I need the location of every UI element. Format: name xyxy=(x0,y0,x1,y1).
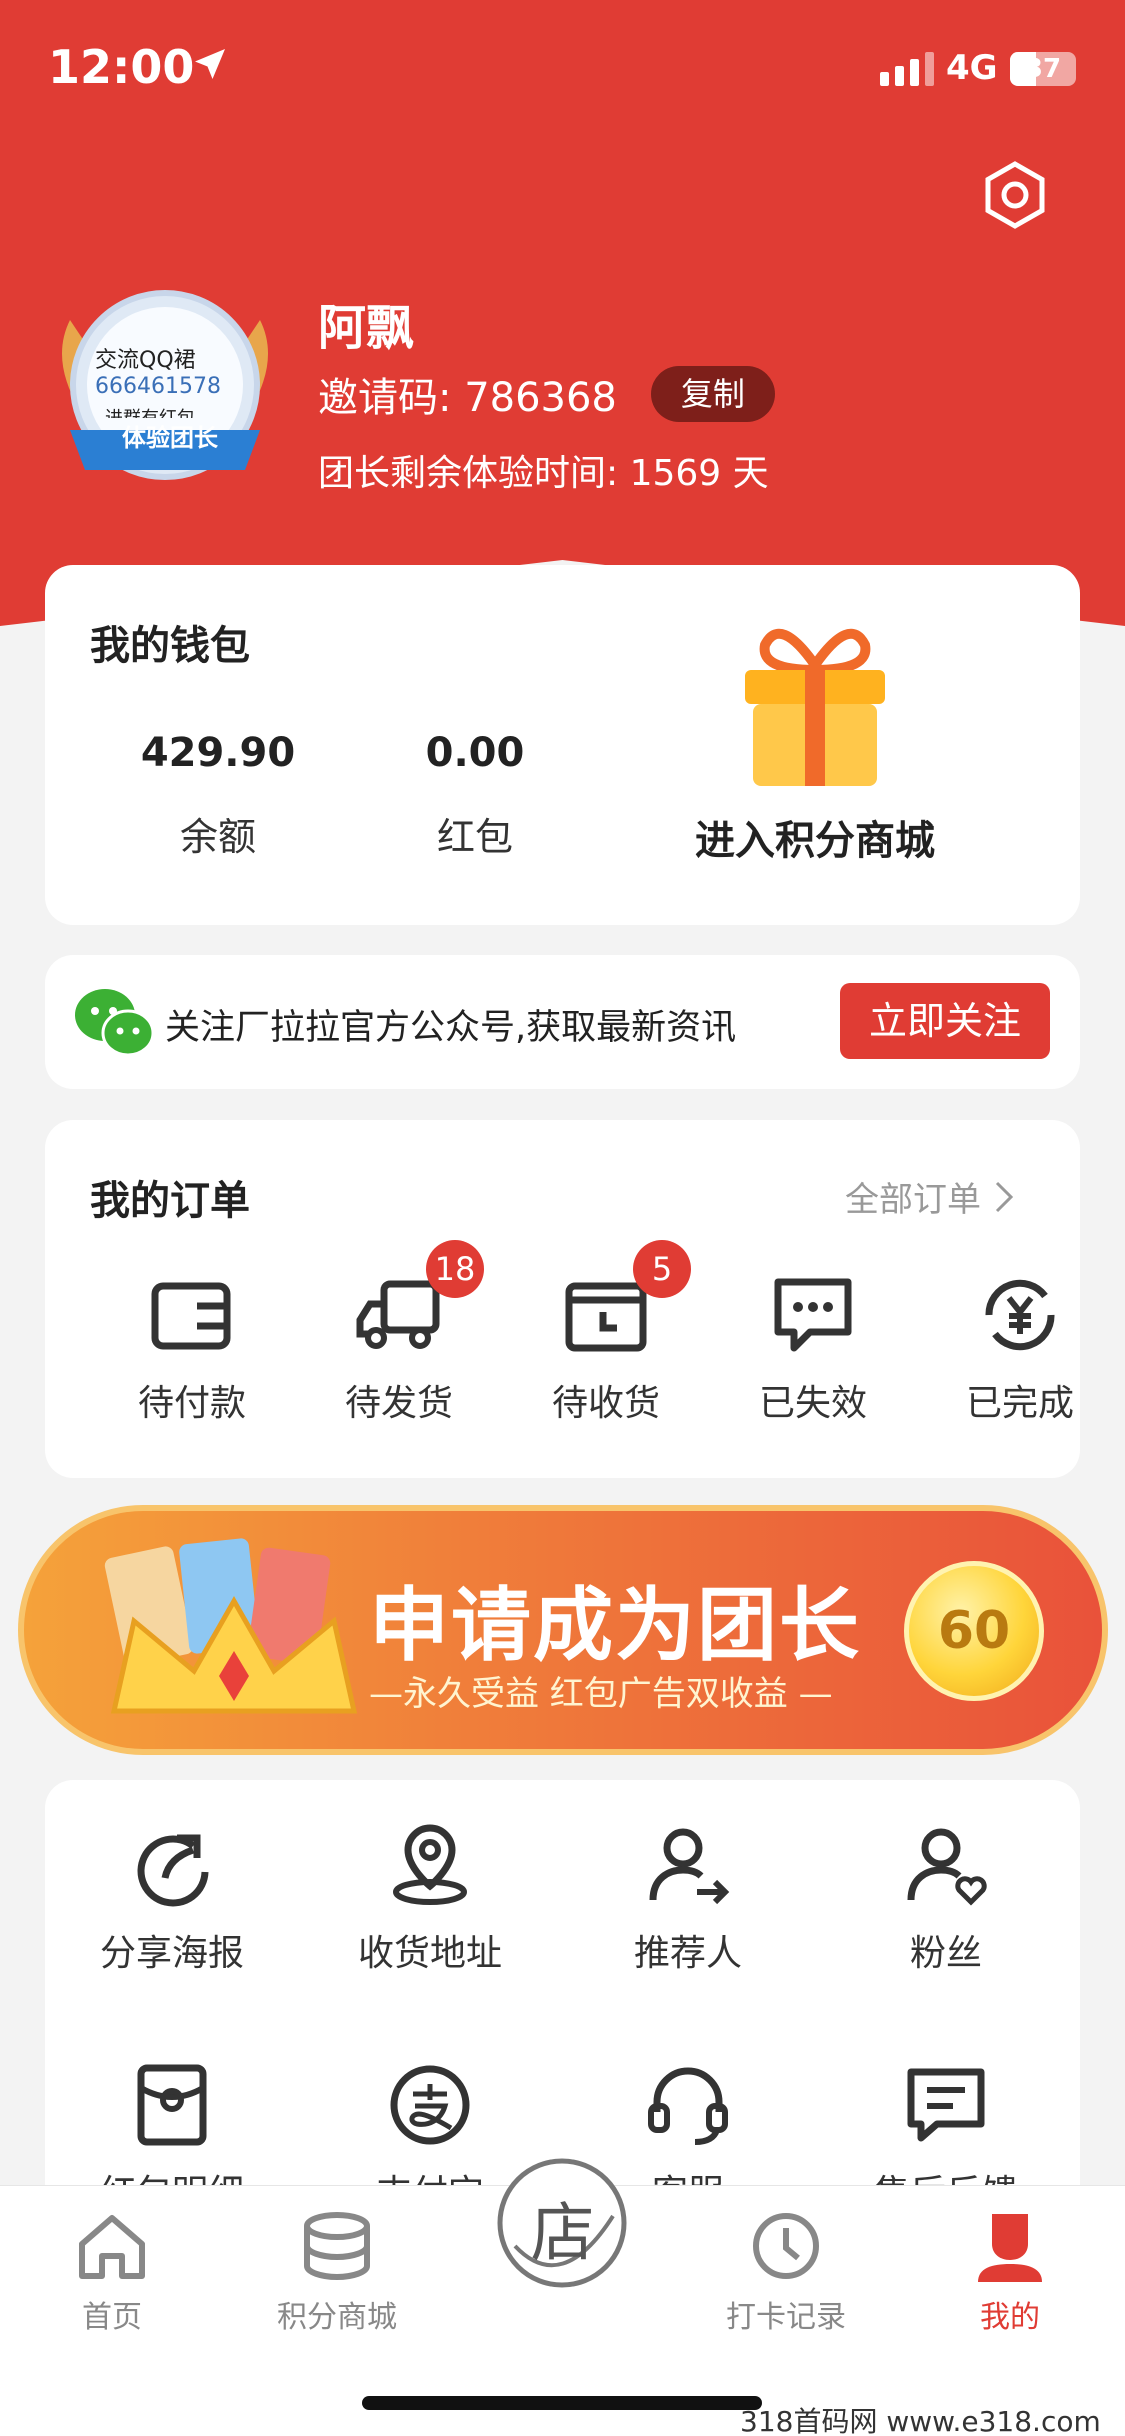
network-label: 4G xyxy=(946,48,998,88)
order-pending-receipt[interactable]: 5 待收货 xyxy=(516,1240,696,1426)
watermark: 318首码网 www.e318.com xyxy=(740,2405,1101,2436)
home-icon xyxy=(79,2215,145,2279)
balance-value: 429.90 xyxy=(140,730,296,776)
tool-fans[interactable]: 粉丝 xyxy=(846,1820,1046,1976)
home-indicator xyxy=(362,2396,762,2410)
referrer-icon xyxy=(649,1828,730,1905)
points-mall-link[interactable]: 进入积分商城 xyxy=(625,808,1005,866)
tab-checkin-records[interactable]: 打卡记录 xyxy=(706,2206,866,2336)
avatar-badge-text-3: 进群有红包 xyxy=(105,404,195,418)
tool-label: 推荐人 xyxy=(633,1933,742,1974)
tool-share-poster[interactable]: 分享海报 xyxy=(72,1820,272,1976)
tab-label: 打卡记录 xyxy=(726,2300,846,2335)
tab-home[interactable]: 首页 xyxy=(32,2206,192,2336)
tab-label: 我的 xyxy=(980,2300,1040,2335)
wallet-icon xyxy=(151,1282,231,1350)
order-label: 待付款 xyxy=(137,1383,246,1424)
crown-icon xyxy=(104,1538,358,1714)
follow-button[interactable]: 立即关注 xyxy=(840,983,1050,1059)
follow-text: 关注厂拉拉官方公众号,获取最新资讯 xyxy=(165,1008,737,1048)
redpacket-icon xyxy=(137,2064,207,2146)
invite-row: 邀请码: 786368 复制 xyxy=(318,365,775,423)
share-icon xyxy=(137,1834,209,1907)
status-time: 12:00 xyxy=(48,40,195,94)
tab-label: 首页 xyxy=(82,2300,142,2335)
tool-label: 粉丝 xyxy=(909,1933,982,1974)
order-completed[interactable]: 已完成 xyxy=(930,1270,1110,1426)
become-leader-banner[interactable]: 申请成为团长 —永久受益 红包广告双收益 — 60 xyxy=(18,1505,1108,1755)
gift-icon[interactable] xyxy=(725,615,905,795)
wechat-icon xyxy=(75,989,155,1057)
tool-label: 收货地址 xyxy=(357,1933,502,1974)
order-badge: 18 xyxy=(426,1240,484,1298)
message-icon xyxy=(774,1278,852,1352)
order-pending-payment[interactable]: 待付款 xyxy=(102,1270,282,1426)
redpacket-label: 红包 xyxy=(436,815,513,859)
copy-button[interactable]: 复制 xyxy=(650,366,775,422)
wallet-title: 我的钱包 xyxy=(90,623,250,669)
tab-points-mall[interactable]: 积分商城 xyxy=(257,2206,417,2336)
feedback-icon xyxy=(907,2068,985,2142)
alipay-icon xyxy=(390,2065,470,2145)
order-expired[interactable]: 已失效 xyxy=(723,1270,903,1426)
order-label: 已失效 xyxy=(758,1383,867,1424)
fans-icon xyxy=(907,1828,987,1906)
yen-refresh-icon xyxy=(985,1279,1055,1351)
wallet-card: 我的钱包 429.90 余额 0.00 红包 进入积分商城 xyxy=(45,565,1080,925)
follow-bar: 关注厂拉拉官方公众号,获取最新资讯 立即关注 xyxy=(45,955,1080,1089)
banner-coin: 60 xyxy=(904,1561,1044,1701)
clock-icon xyxy=(753,2213,819,2279)
tab-store[interactable]: 店 xyxy=(495,2156,630,2291)
headset-icon xyxy=(648,2067,728,2145)
tool-referrer[interactable]: 推荐人 xyxy=(588,1820,788,1976)
avatar-badge-text-2: 666461578 xyxy=(95,374,221,399)
banner-subline: —永久受益 红包广告双收益 — xyxy=(369,1674,833,1714)
order-label: 待收货 xyxy=(551,1383,660,1424)
tool-address[interactable]: 收货地址 xyxy=(330,1820,530,1976)
order-pending-shipment[interactable]: 18 待发货 xyxy=(309,1240,489,1426)
all-orders-link[interactable]: 全部订单 xyxy=(845,1172,1017,1221)
redpacket-value: 0.00 xyxy=(425,730,525,776)
balance-label: 余额 xyxy=(179,815,256,859)
signal-icon xyxy=(880,52,934,86)
coins-icon xyxy=(304,2212,370,2281)
balance-item[interactable]: 429.90 余额 xyxy=(118,730,318,861)
battery-level: 37 xyxy=(1024,54,1062,84)
status-bar: 12:00 4G 37 xyxy=(0,0,1125,140)
settings-hexagon-icon[interactable] xyxy=(980,160,1050,230)
order-label: 已完成 xyxy=(965,1383,1074,1424)
trial-time: 团长剩余体验时间: 1569 天 xyxy=(318,453,769,494)
profile-name: 阿飘 xyxy=(318,300,415,356)
order-badge: 5 xyxy=(633,1240,691,1298)
avatar-badge-text-1: 交流QQ裙 xyxy=(95,348,196,373)
location-arrow-icon xyxy=(195,49,225,79)
avatar-badge-ribbon: 体验团长 xyxy=(122,424,218,452)
tab-mine[interactable]: 我的 xyxy=(930,2206,1090,2336)
redpacket-item[interactable]: 0.00 红包 xyxy=(375,730,575,861)
location-icon xyxy=(393,1824,467,1905)
chevron-right-icon xyxy=(995,1181,1014,1212)
tool-label: 分享海报 xyxy=(99,1933,244,1974)
orders-title: 我的订单 xyxy=(90,1178,250,1224)
battery-icon: 37 xyxy=(1010,52,1076,86)
banner-headline: 申请成为团长 xyxy=(369,1579,861,1672)
orders-card: 我的订单 全部订单 待付款 18 待发货 5 待收货 已失效 已完成 xyxy=(45,1120,1080,1478)
all-orders-label: 全部订单 xyxy=(845,1180,981,1220)
order-label: 待发货 xyxy=(344,1383,453,1424)
invite-code: 邀请码: 786368 xyxy=(318,375,617,421)
store-label: 店 xyxy=(530,2197,595,2271)
tab-label: 积分商城 xyxy=(277,2300,397,2335)
user-icon xyxy=(978,2214,1042,2282)
